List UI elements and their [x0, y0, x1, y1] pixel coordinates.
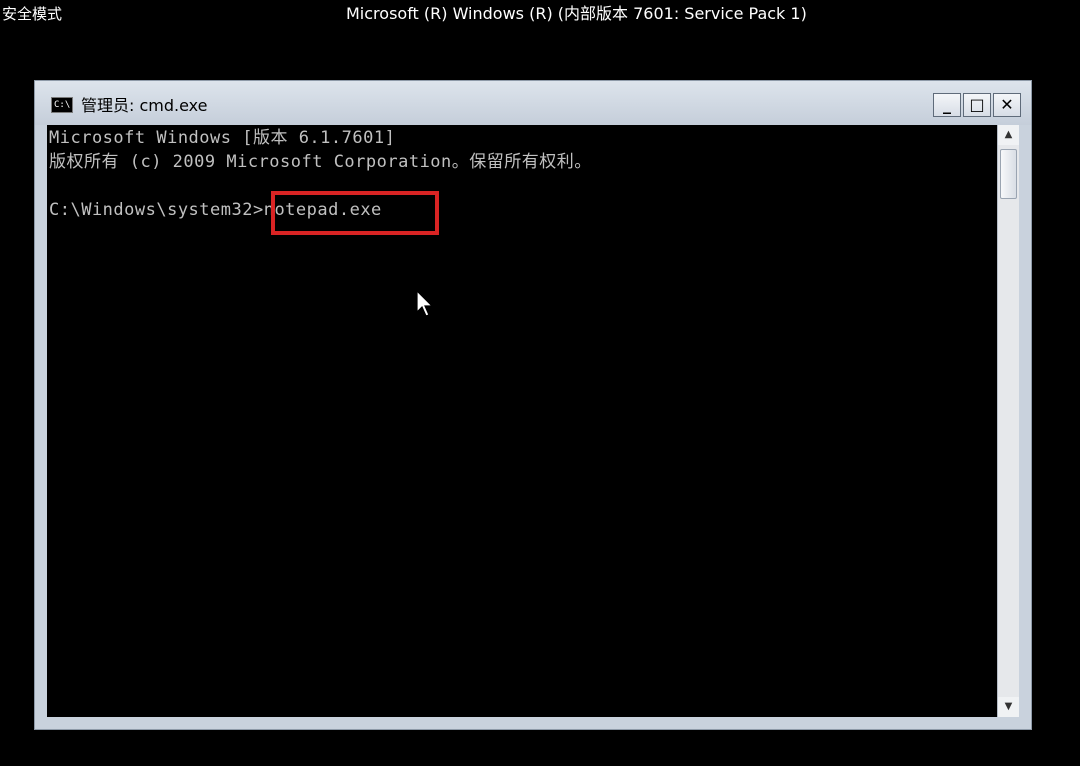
console-line-copyright: 版权所有 (c) 2009 Microsoft Corporation。保留所有… — [49, 152, 592, 172]
maximize-button[interactable]: □ — [963, 93, 991, 117]
scroll-thumb[interactable] — [1000, 149, 1017, 199]
console-app-icon[interactable]: C:\ — [51, 97, 73, 113]
command-highlight-box — [271, 191, 439, 235]
safe-mode-label: 安全模式 — [2, 5, 63, 23]
vertical-scrollbar[interactable]: ▲ ▼ — [997, 125, 1019, 717]
minimize-button[interactable]: _ — [933, 93, 961, 117]
scroll-down-arrow-icon[interactable]: ▼ — [998, 697, 1019, 717]
console-line-version: Microsoft Windows [版本 6.1.7601] — [49, 128, 396, 148]
mouse-pointer-icon — [416, 290, 434, 317]
cmd-window[interactable]: C:\ 管理员: cmd.exe _ □ ✕ Microsoft Windows… — [34, 80, 1032, 730]
title-bar[interactable]: C:\ 管理员: cmd.exe _ □ ✕ — [35, 81, 1031, 125]
caption-buttons: _ □ ✕ — [933, 93, 1021, 117]
window-title: 管理员: cmd.exe — [81, 96, 208, 115]
scroll-up-arrow-icon[interactable]: ▲ — [998, 125, 1019, 145]
console-prompt: C:\Windows\system32> — [49, 200, 264, 220]
console-output[interactable]: Microsoft Windows [版本 6.1.7601] 版权所有 (c)… — [47, 125, 997, 717]
close-button[interactable]: ✕ — [993, 93, 1021, 117]
os-version-title: Microsoft (R) Windows (R) (内部版本 7601: Se… — [346, 4, 807, 23]
